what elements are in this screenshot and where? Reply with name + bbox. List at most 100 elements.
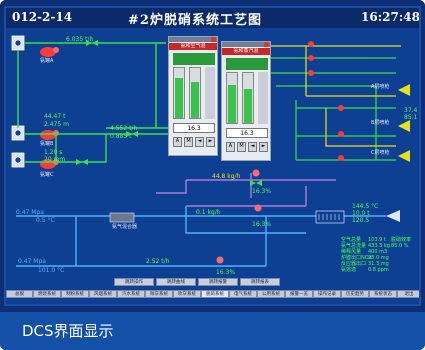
- bottom-flow-value: 2.52 t/h: [146, 258, 170, 265]
- outlet-fan-icon: [386, 210, 400, 222]
- tab-exit[interactable]: 退出: [397, 290, 419, 298]
- bar-sp: [189, 67, 201, 119]
- page-title: #2炉脱硝系统工艺图: [128, 13, 262, 28]
- tab-ash-removal[interactable]: 除灰系统: [145, 290, 173, 298]
- tab-electrical[interactable]: 电气系统: [229, 290, 257, 298]
- manual-button[interactable]: M: [184, 137, 193, 147]
- summary-label: 氨气总流量: [341, 242, 366, 249]
- tank-c-label: 氨罐C: [40, 171, 54, 178]
- image-frame: 012-2-14 #2炉脱硝系统工艺图 16:27:48 氨罐A 氨罐B 氨罐C…: [0, 0, 425, 350]
- tab-combustion[interactable]: 燃烧系统: [33, 290, 61, 298]
- tank-b-label: 氨罐B: [40, 140, 54, 147]
- blue-left2-value: 0.5 °C: [36, 217, 55, 224]
- faceplate-output-value: 16.3: [173, 123, 215, 133]
- faceplate-ammonia-air[interactable]: 氨和空气混 16.3 A M ◄ ►: [168, 36, 218, 156]
- bar-output: [205, 67, 215, 119]
- date-display: 012-2-14: [12, 10, 73, 24]
- auto-button[interactable]: A: [173, 137, 182, 147]
- right-out1-value: 144.5 °C: [352, 203, 378, 210]
- right-out3-value: 120.5: [352, 217, 369, 224]
- tab-alarm-list[interactable]: 报警一览: [285, 290, 313, 298]
- control-valve-1-icon[interactable]: [250, 169, 262, 187]
- nav-button-trend[interactable]: 跳转曲线: [156, 278, 196, 286]
- bar-pv: [226, 72, 238, 124]
- tab-history-trend[interactable]: 历史趋势: [341, 290, 369, 298]
- blue-mid-value: 0.1 kg/h: [196, 209, 221, 216]
- nav-button-operation[interactable]: 跳转操作: [114, 278, 154, 286]
- time-display: 16:27:48: [361, 10, 420, 24]
- tank-b[interactable]: [11, 125, 25, 141]
- mixer-label: 氨气混合器: [112, 223, 137, 230]
- close-icon[interactable]: [211, 37, 216, 42]
- auto-button[interactable]: A: [226, 142, 235, 152]
- rack-a-label: A层喷枪: [371, 83, 389, 90]
- tab-denitration[interactable]: 脱硝系统: [201, 290, 229, 298]
- caption-bar: DCS界面显示: [0, 312, 425, 350]
- purple-flow-value: 44.8 kg/h: [212, 173, 241, 180]
- mid-flow1-value: 4.552 t/h: [110, 125, 137, 132]
- green-valves[interactable]: [76, 40, 138, 165]
- nav-button-alarm[interactable]: 跳转报警: [198, 278, 238, 286]
- decrease-button[interactable]: ◄: [248, 142, 257, 152]
- rack-c-label: C层喷枪: [371, 149, 390, 156]
- purple-pipe-network: [156, 173, 336, 207]
- heater-block[interactable]: [315, 210, 345, 224]
- summary-label: 反应器出口: [341, 260, 366, 267]
- tank-a[interactable]: [11, 35, 25, 51]
- right-out2-value: 10.0 t: [352, 210, 370, 217]
- fan-a-icon[interactable]: [40, 47, 59, 57]
- rack-b-label: B层喷枪: [371, 119, 389, 126]
- left-b1-value: 1.20 s: [44, 149, 62, 156]
- right-green-network: [268, 57, 396, 161]
- tab-utility[interactable]: 公用系统: [257, 290, 285, 298]
- tank-a-label: 氨罐A: [40, 57, 54, 64]
- valve-pct3-value: 16.3%: [216, 269, 235, 276]
- valve-pct1-value: 16.3%: [252, 188, 271, 195]
- faceplate-header[interactable]: [222, 42, 270, 47]
- tab-operation-log[interactable]: 操作记录: [313, 290, 341, 298]
- increase-button[interactable]: ►: [206, 137, 215, 147]
- mid-flow2-value: 0.885 t: [110, 133, 132, 140]
- tab-soot-blowing[interactable]: 吹灰系统: [173, 290, 201, 298]
- manual-button[interactable]: M: [237, 142, 246, 152]
- summary-label: 氨逃逸: [341, 266, 356, 273]
- spray-nozzle-icons: [398, 84, 410, 162]
- summary-value: 85.0 %: [391, 243, 409, 249]
- faceplate-ammonia-steam[interactable]: 氨和蒸汽混 16.3 A M ◄ ►: [221, 41, 271, 161]
- summary-table: 空气总量 103.9 t 氨气总流量 433.3 kg 稀释风量 400 m3 …: [341, 236, 411, 273]
- left-b2-value: 20 mm: [44, 156, 65, 163]
- air-mixer-icon[interactable]: [109, 212, 135, 223]
- faceplate-output-value: 16.3: [226, 128, 268, 138]
- top-flow-value: 6.035 t/h: [66, 36, 93, 43]
- faceplate-title: 氨和蒸汽混: [222, 48, 270, 55]
- faceplate-header[interactable]: [169, 37, 217, 42]
- decrease-button[interactable]: ◄: [195, 137, 204, 147]
- tab-pulverizing[interactable]: 制粉系统: [61, 290, 89, 298]
- blue-left1-value: 0.47 Mpa: [16, 209, 44, 216]
- close-icon[interactable]: [264, 42, 269, 47]
- bar-pv: [173, 67, 185, 119]
- yellow-pipe-network: [268, 45, 401, 147]
- bar-sp: [242, 72, 254, 124]
- summary-value: 0.8 ppm: [368, 267, 389, 273]
- caption-text: DCS界面显示: [22, 322, 114, 340]
- summary-label: 稀释风量: [341, 248, 361, 255]
- nav-button-report[interactable]: 跳转报表: [240, 278, 280, 286]
- bottom-left2-value: 101.0 °C: [38, 267, 64, 274]
- increase-button[interactable]: ►: [259, 142, 268, 152]
- valve-pct2-value: 16.3%: [252, 221, 271, 228]
- faceplate-button-row: A M ◄ ►: [226, 142, 268, 156]
- control-valve-3-icon[interactable]: [216, 256, 224, 264]
- left-a1-value: 44.47 t: [44, 113, 66, 120]
- tab-steam-water[interactable]: 汽水系统: [117, 290, 145, 298]
- control-valve-2-icon[interactable]: [254, 204, 262, 212]
- tank-c[interactable]: [11, 152, 25, 168]
- tab-flue-gas[interactable]: 风烟系统: [89, 290, 117, 298]
- faceplate-title: 氨和空气混: [169, 43, 217, 50]
- tab-overview[interactable]: 总貌: [6, 290, 33, 298]
- tab-system-status[interactable]: 系统状态: [369, 290, 397, 298]
- title-bar: 012-2-14 #2炉脱硝系统工艺图 16:27:48: [6, 8, 420, 28]
- faceplate-button-row: A M ◄ ►: [173, 137, 215, 151]
- faceplate-status: [226, 58, 268, 70]
- monitor-bezel: 012-2-14 #2炉脱硝系统工艺图 16:27:48 氨罐A 氨罐B 氨罐C…: [0, 0, 425, 312]
